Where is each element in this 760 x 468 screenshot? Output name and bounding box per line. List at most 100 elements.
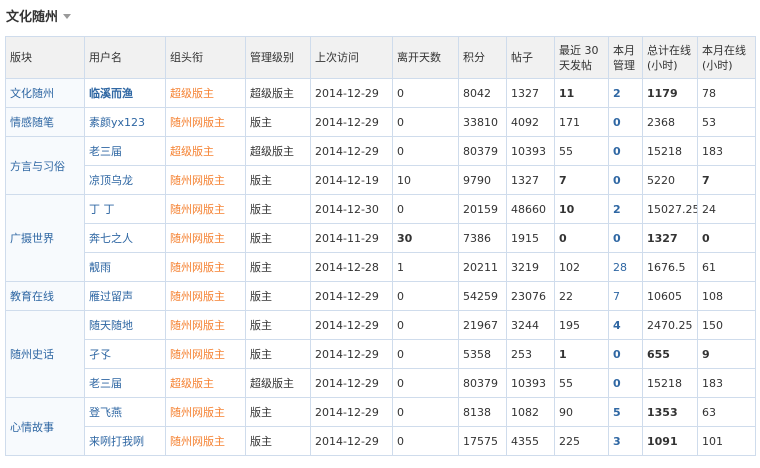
board-link[interactable]: 方言与习俗 [10,160,65,173]
recent-30-days-posts-cell: 55 [554,368,609,398]
posts-cell: 4092 [506,107,555,137]
username-link[interactable]: 孑孓 [89,348,111,361]
days-away-cell: 0 [392,136,459,166]
header-monthly-online: 本月在线(小时) [697,36,756,79]
table-row: 心情故事 登飞燕 随州网版主 版主 2014-12-29 0 8138 1082… [5,397,756,456]
username-link[interactable]: 丁 丁 [89,203,115,216]
recent-30-days-posts-cell: 171 [554,107,609,137]
group-title-cell: 随州网版主 [165,426,246,456]
chevron-down-icon[interactable] [63,13,72,19]
board-link[interactable]: 心情故事 [10,421,54,434]
group-title-cell: 随州网版主 [165,165,246,195]
group-title-cell: 随州网版主 [165,252,246,282]
monthly-online-cell: 108 [697,281,756,311]
username-link[interactable]: 素颜yx123 [89,116,145,129]
group-title-cell: 超级版主 [165,368,246,398]
recent-30-days-posts-cell: 10 [554,194,609,224]
recent-30-days-posts-cell: 0 [554,223,609,253]
points-cell: 33810 [458,107,507,137]
points-cell: 8138 [458,397,507,427]
posts-cell: 1915 [506,223,555,253]
posts-cell: 1327 [506,78,555,108]
posts-cell: 3219 [506,252,555,282]
board-link[interactable]: 随州史话 [10,348,54,361]
points-cell: 7386 [458,223,507,253]
monthly-online-cell: 24 [697,194,756,224]
monthly-online-cell: 61 [697,252,756,282]
board-link[interactable]: 教育在线 [10,290,54,303]
username-cell: 素颜yx123 [84,107,166,137]
group-title-cell: 超级版主 [165,78,246,108]
posts-cell: 10393 [506,136,555,166]
username-cell: 凉顶乌龙 [84,165,166,195]
monthly-online-cell: 0 [697,223,756,253]
admin-level-cell: 版主 [245,194,311,224]
monthly-online-cell: 150 [697,310,756,340]
monthly-manage-cell: 0 [608,165,643,195]
group-title-cell: 随州网版主 [165,339,246,369]
recent-30-days-posts-cell: 102 [554,252,609,282]
board-cell: 广摄世界 [5,194,85,282]
username-link[interactable]: 凉顶乌龙 [89,174,133,187]
board-link[interactable]: 广摄世界 [10,232,54,245]
username-cell: 雁过留声 [84,281,166,311]
username-cell: 登飞燕 [84,397,166,427]
username-link[interactable]: 老三届 [89,377,122,390]
table-row: 老三届 超级版主 超级版主 2014-12-29 0 80379 10393 5… [6,368,756,398]
admin-level-cell: 版主 [245,426,311,456]
monthly-online-cell: 53 [697,107,756,137]
points-cell: 21967 [458,310,507,340]
points-cell: 9790 [458,165,507,195]
username-link[interactable]: 来咧打我咧 [89,435,144,448]
username-link[interactable]: 奔七之人 [89,232,133,245]
group-title-cell: 随州网版主 [165,194,246,224]
total-online-cell: 655 [642,339,698,369]
admin-level-cell: 版主 [245,281,311,311]
monthly-online-cell: 7 [697,165,756,195]
days-away-cell: 10 [392,165,459,195]
header-monthly-manage: 本月管理 [608,36,643,79]
section-header[interactable]: 文化随州 [6,5,72,25]
username-link[interactable]: 随天随地 [89,319,133,332]
group-title-cell: 随州网版主 [165,310,246,340]
username-cell: 老三届 [84,136,166,166]
board-cell: 文化随州 [5,78,85,108]
username-cell: 丁 丁 [84,194,166,224]
admin-level-cell: 版主 [245,107,311,137]
total-online-cell: 10605 [642,281,698,311]
table-header-row: 版块 用户名 组头衔 管理级别 上次访问 离开天数 积分 帖子 最近 30 天发… [5,36,756,79]
username-cell: 靓雨 [84,252,166,282]
monthly-manage-cell: 4 [608,310,643,340]
monthly-manage-cell: 2 [608,194,643,224]
username-cell: 来咧打我咧 [84,426,166,456]
username-cell: 孑孓 [84,339,166,369]
last-visit-cell: 2014-12-29 [310,426,393,456]
username-link[interactable]: 临溪而渔 [89,87,133,100]
posts-cell: 3244 [506,310,555,340]
last-visit-cell: 2014-12-19 [310,165,393,195]
board-cell: 教育在线 [5,281,85,311]
table-row: 来咧打我咧 随州网版主 版主 2014-12-29 0 17575 4355 2… [6,426,756,456]
header-points: 积分 [458,36,507,79]
admin-level-cell: 版主 [245,397,311,427]
points-cell: 80379 [458,136,507,166]
recent-30-days-posts-cell: 195 [554,310,609,340]
total-online-cell: 1353 [642,397,698,427]
group-title-cell: 随州网版主 [165,223,246,253]
username-link[interactable]: 雁过留声 [89,290,133,303]
monthly-online-cell: 63 [697,397,756,427]
board-link[interactable]: 文化随州 [10,87,54,100]
username-link[interactable]: 靓雨 [89,261,111,274]
total-online-cell: 1179 [642,78,698,108]
recent-30-days-posts-cell: 1 [554,339,609,369]
username-link[interactable]: 老三届 [89,145,122,158]
board-link[interactable]: 情感随笔 [10,116,54,129]
monthly-manage-cell: 0 [608,136,643,166]
total-online-cell: 15027.25 [642,194,698,224]
last-visit-cell: 2014-12-29 [310,368,393,398]
username-link[interactable]: 登飞燕 [89,406,122,419]
points-cell: 80379 [458,368,507,398]
monthly-manage-cell: 0 [608,223,643,253]
days-away-cell: 0 [392,281,459,311]
board-cell: 心情故事 [5,397,85,456]
